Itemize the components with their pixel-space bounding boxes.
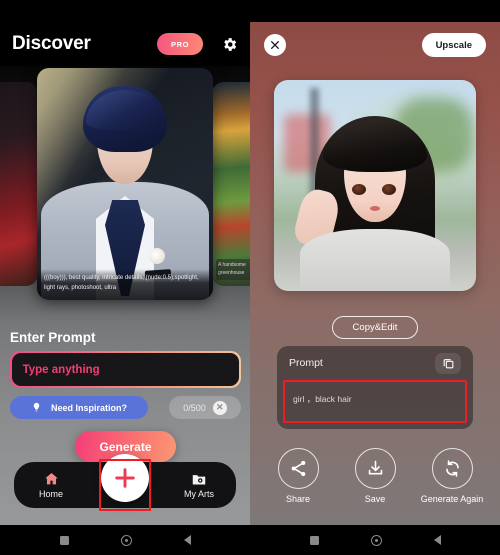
prompt-input-inner[interactable]: Type anything (11, 352, 240, 387)
carousel-next-caption: A handsome greenhouse (216, 259, 250, 280)
hero-rose (149, 248, 165, 264)
prompt-input-wrapper[interactable]: Type anything (10, 351, 241, 388)
copy-edit-button[interactable]: Copy&Edit (332, 316, 418, 339)
generate-again-label: Generate Again (420, 494, 484, 504)
discover-header: Discover PRO (0, 22, 250, 66)
gear-icon[interactable] (221, 36, 238, 53)
right-panel-result: Upscale Copy&Edit Prompt girl ，black hai… (250, 0, 500, 555)
character-counter-label: 0/500 (183, 402, 206, 413)
save-label: Save (364, 494, 386, 504)
girl-eye-right (382, 184, 396, 195)
bottom-tab-bar: Home My Arts (14, 454, 236, 508)
copy-prompt-button[interactable] (435, 352, 461, 374)
enter-prompt-label: Enter Prompt (10, 330, 96, 345)
upscale-button[interactable]: Upscale (421, 33, 486, 57)
generate-again-button[interactable]: Generate Again (420, 448, 484, 505)
plus-icon (114, 467, 136, 489)
upscale-button-label: Upscale (435, 39, 472, 51)
copy-edit-label: Copy&Edit (352, 322, 398, 333)
carousel-card-main[interactable]: (((boy))), best quality, intricate detai… (37, 68, 213, 300)
share-label: Share (285, 494, 311, 504)
recents-icon[interactable] (309, 535, 319, 545)
sidebar-item-my-arts-label: My Arts (183, 488, 214, 499)
close-button[interactable] (264, 34, 286, 56)
clear-input-icon[interactable]: ✕ (212, 400, 227, 415)
page-title: Discover (12, 33, 91, 54)
need-inspiration-label: Need Inspiration? (50, 402, 127, 413)
app-screenshot: Discover PRO A handsome greenhouse (((bo… (0, 0, 500, 555)
carousel-card-next[interactable]: A handsome greenhouse (212, 82, 250, 286)
discover-carousel[interactable]: A handsome greenhouse (((boy))), best qu… (0, 68, 250, 300)
result-action-row: Share Save Generate Again (266, 448, 484, 505)
share-icon (277, 448, 319, 489)
sidebar-item-home-label: Home (38, 489, 63, 499)
system-nav-bar-right (250, 525, 500, 555)
prompt-helper-row: Need Inspiration? 0/500 ✕ (10, 396, 241, 419)
recents-icon[interactable] (59, 535, 69, 545)
save-button[interactable]: Save (343, 448, 407, 505)
prompt-card-title: Prompt (289, 357, 323, 369)
download-icon (354, 448, 396, 489)
copy-icon (442, 357, 455, 370)
carousel-main-caption: (((boy))), best quality, intricate detai… (37, 269, 213, 300)
character-counter: 0/500 ✕ (169, 396, 241, 419)
need-inspiration-button[interactable]: Need Inspiration? (10, 396, 148, 419)
folder-camera-icon (190, 472, 208, 487)
girl-shirt (300, 229, 450, 291)
lightbulb-icon (31, 402, 42, 413)
close-icon (270, 40, 280, 50)
system-nav-bar-left (0, 525, 250, 555)
create-fab-button[interactable] (101, 454, 149, 502)
left-status-bar (0, 0, 250, 22)
back-icon[interactable] (433, 535, 441, 545)
home-button-icon[interactable] (120, 534, 132, 546)
carousel-card-prev[interactable] (0, 82, 38, 286)
share-button[interactable]: Share (266, 448, 330, 505)
back-icon[interactable] (183, 535, 191, 545)
prompt-text-value: girl ，black hair (293, 394, 352, 404)
result-header: Upscale (250, 22, 500, 68)
girl-mouth (370, 206, 380, 211)
sidebar-item-home[interactable]: Home (14, 471, 88, 499)
sidebar-item-my-arts[interactable]: My Arts (162, 472, 236, 499)
pro-badge[interactable]: PRO (157, 33, 203, 55)
refresh-icon (431, 448, 473, 489)
prompt-text-highlight-box[interactable]: girl ，black hair (283, 380, 467, 423)
generate-button-label: Generate (99, 439, 152, 454)
prompt-result-card: Prompt girl ，black hair (277, 346, 473, 429)
pro-badge-label: PRO (170, 39, 190, 49)
home-button-icon[interactable] (370, 534, 382, 546)
girl-eye-left (352, 184, 366, 195)
prompt-card-header: Prompt (277, 346, 473, 380)
result-image[interactable] (274, 80, 476, 291)
left-panel-discover: Discover PRO A handsome greenhouse (((bo… (0, 0, 250, 555)
prompt-input-placeholder: Type anything (22, 363, 100, 376)
home-icon (43, 471, 60, 487)
